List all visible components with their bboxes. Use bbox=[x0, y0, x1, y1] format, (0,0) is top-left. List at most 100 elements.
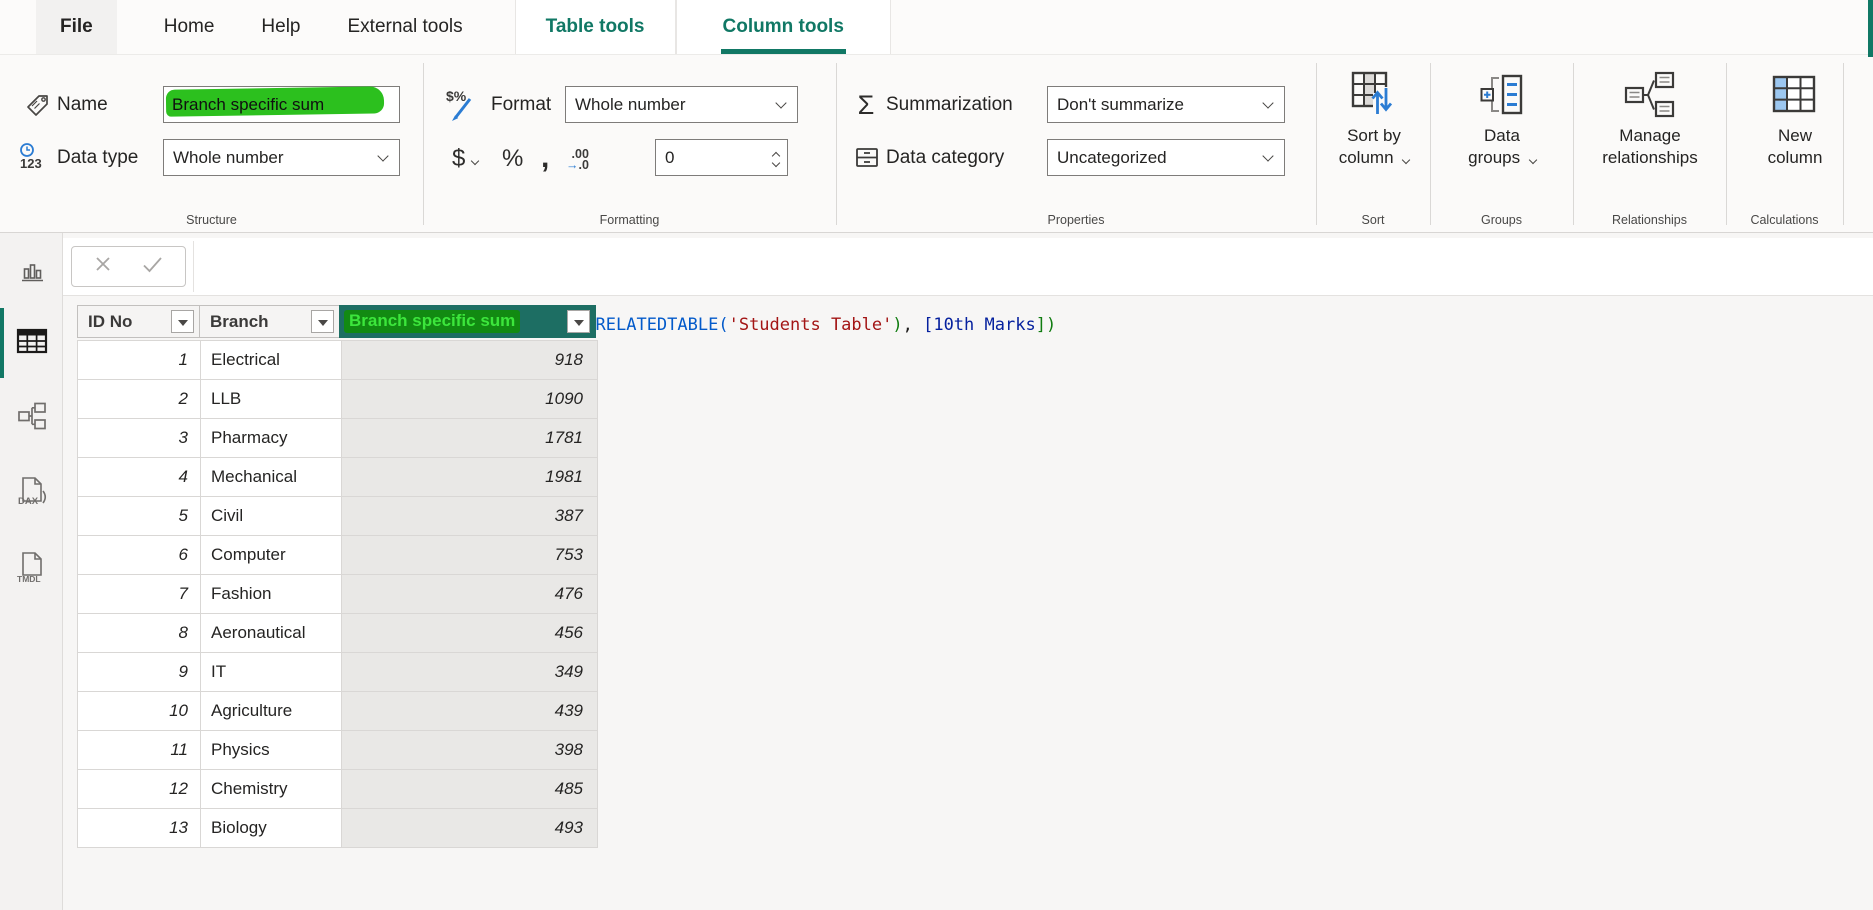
dollar-icon: $ bbox=[452, 145, 465, 173]
cell-branch-specific-sum[interactable]: 439 bbox=[341, 692, 598, 731]
cell-branch-specific-sum[interactable]: 918 bbox=[341, 341, 598, 380]
cell-branch[interactable]: Electrical bbox=[200, 341, 341, 380]
sidebar-item-table-view[interactable] bbox=[0, 326, 63, 356]
sort-by-column-button[interactable]: Sort by column bbox=[1318, 69, 1430, 169]
cell-branch-specific-sum[interactable]: 1781 bbox=[341, 419, 598, 458]
decimal-places-stepper[interactable]: 0 bbox=[655, 139, 788, 176]
data-groups-button[interactable]: Data groups bbox=[1446, 69, 1558, 169]
cell-branch-specific-sum[interactable]: 753 bbox=[341, 536, 598, 575]
cell-branch-specific-sum[interactable]: 398 bbox=[341, 731, 598, 770]
formula-commit-buttons bbox=[71, 246, 186, 287]
sidebar-item-tmdl-view[interactable]: TMDL bbox=[0, 550, 63, 586]
data-type-label: Data type bbox=[57, 139, 138, 177]
cell-id-no[interactable]: 4 bbox=[77, 458, 200, 497]
sidebar-item-dax-query-view[interactable]: DAX bbox=[0, 475, 63, 509]
format-icon: $% bbox=[442, 86, 484, 124]
checkmark-icon bbox=[142, 256, 163, 273]
filter-dropdown-button[interactable] bbox=[171, 310, 194, 333]
cell-id-no[interactable]: 5 bbox=[77, 497, 200, 536]
chevron-down-icon bbox=[377, 150, 388, 161]
cell-id-no[interactable]: 3 bbox=[77, 419, 200, 458]
cell-branch-specific-sum[interactable]: 349 bbox=[341, 653, 598, 692]
group-label-relationships: Relationships bbox=[1573, 213, 1726, 227]
cell-branch[interactable]: Fashion bbox=[200, 575, 341, 614]
cell-id-no[interactable]: 8 bbox=[77, 614, 200, 653]
cell-branch-specific-sum[interactable]: 476 bbox=[341, 575, 598, 614]
cell-id-no[interactable]: 9 bbox=[77, 653, 200, 692]
cell-id-no[interactable]: 13 bbox=[77, 809, 200, 848]
new-column-button[interactable]: New column bbox=[1736, 69, 1854, 169]
decimal-places-button[interactable]: .00 →.0 bbox=[566, 139, 589, 177]
cell-branch[interactable]: Pharmacy bbox=[200, 419, 341, 458]
dax-formula-input[interactable]: 1Branch specific sum = SUMX(RELATEDTABLE… bbox=[211, 238, 1056, 296]
cell-branch[interactable]: LLB bbox=[200, 380, 341, 419]
currency-format-button[interactable]: $ bbox=[452, 139, 478, 177]
summarization-value: Don't summarize bbox=[1057, 95, 1184, 115]
cell-id-no[interactable]: 7 bbox=[77, 575, 200, 614]
group-separator bbox=[1316, 63, 1317, 225]
svg-text:123: 123 bbox=[20, 156, 42, 171]
svg-text:DAX: DAX bbox=[18, 496, 39, 507]
sidebar-item-model-view[interactable] bbox=[0, 400, 63, 432]
view-switcher-sidebar: DAX TMDL bbox=[0, 233, 63, 910]
percent-format-button[interactable]: % bbox=[502, 139, 523, 177]
new-column-icon bbox=[1736, 69, 1854, 121]
format-label: Format bbox=[491, 86, 551, 124]
formula-bar[interactable]: 1Branch specific sum = SUMX(RELATEDTABLE… bbox=[63, 238, 1873, 296]
cell-id-no[interactable]: 1 bbox=[77, 341, 200, 380]
tab-external-tools[interactable]: External tools bbox=[348, 0, 463, 54]
tab-home[interactable]: Home bbox=[164, 0, 215, 54]
thousands-separator-button[interactable]: , bbox=[541, 139, 549, 177]
tab-file[interactable]: File bbox=[36, 0, 117, 54]
commit-formula-button[interactable] bbox=[142, 256, 163, 278]
cell-id-no[interactable]: 12 bbox=[77, 770, 200, 809]
cell-branch[interactable]: Civil bbox=[200, 497, 341, 536]
cell-branch-specific-sum[interactable]: 485 bbox=[341, 770, 598, 809]
comma-icon: , bbox=[541, 141, 549, 175]
filter-dropdown-button[interactable] bbox=[567, 310, 590, 333]
manage-relationships-button[interactable]: Manage relationships bbox=[1580, 69, 1720, 169]
powerbi-window: File Home Help External tools Table tool… bbox=[0, 0, 1873, 910]
stepper-down-icon[interactable] bbox=[772, 159, 780, 167]
cancel-formula-button[interactable] bbox=[94, 255, 112, 278]
column-header-branch[interactable]: Branch bbox=[199, 305, 340, 338]
cell-branch-specific-sum[interactable]: 1981 bbox=[341, 458, 598, 497]
data-category-select[interactable]: Uncategorized bbox=[1047, 139, 1285, 176]
chevron-down-icon bbox=[1262, 150, 1273, 161]
cell-branch-specific-sum[interactable]: 456 bbox=[341, 614, 598, 653]
format-select[interactable]: Whole number bbox=[565, 86, 798, 123]
data-type-select[interactable]: Whole number bbox=[163, 139, 400, 176]
sidebar-item-report-view[interactable] bbox=[0, 256, 63, 288]
summarization-select[interactable]: Don't summarize bbox=[1047, 86, 1285, 123]
cell-branch[interactable]: Biology bbox=[200, 809, 341, 848]
cell-branch[interactable]: Physics bbox=[200, 731, 341, 770]
cell-branch[interactable]: Aeronautical bbox=[200, 614, 341, 653]
column-header-id-no[interactable]: ID No bbox=[77, 305, 200, 338]
cell-id-no[interactable]: 11 bbox=[77, 731, 200, 770]
chevron-down-icon bbox=[775, 97, 786, 108]
sort-by-column-icon bbox=[1318, 69, 1430, 121]
column-header-branch-specific-sum[interactable]: Branch specific sum bbox=[339, 305, 596, 338]
filter-triangle-icon bbox=[574, 320, 584, 326]
tab-column-tools[interactable]: Column tools bbox=[676, 0, 891, 54]
cell-branch[interactable]: Chemistry bbox=[200, 770, 341, 809]
cell-branch-specific-sum[interactable]: 387 bbox=[341, 497, 598, 536]
cell-branch[interactable]: IT bbox=[200, 653, 341, 692]
filter-dropdown-button[interactable] bbox=[311, 310, 334, 333]
cell-id-no[interactable]: 10 bbox=[77, 692, 200, 731]
cell-id-no[interactable]: 6 bbox=[77, 536, 200, 575]
cell-branch-specific-sum[interactable]: 493 bbox=[341, 809, 598, 848]
column-name-input[interactable]: Branch specific sum bbox=[163, 86, 400, 123]
cell-branch[interactable]: Mechanical bbox=[200, 458, 341, 497]
percent-icon: % bbox=[502, 145, 523, 173]
formula-segment: ] bbox=[1036, 315, 1046, 335]
cell-id-no[interactable]: 2 bbox=[77, 380, 200, 419]
summarization-sigma-icon: Σ bbox=[851, 86, 881, 124]
cell-branch-specific-sum[interactable]: 1090 bbox=[341, 380, 598, 419]
tab-table-tools[interactable]: Table tools bbox=[515, 0, 676, 54]
table-row: 6 Computer 753 bbox=[77, 536, 598, 575]
chevron-down-icon bbox=[1262, 97, 1273, 108]
cell-branch[interactable]: Computer bbox=[200, 536, 341, 575]
cell-branch[interactable]: Agriculture bbox=[200, 692, 341, 731]
tab-help[interactable]: Help bbox=[261, 0, 300, 54]
